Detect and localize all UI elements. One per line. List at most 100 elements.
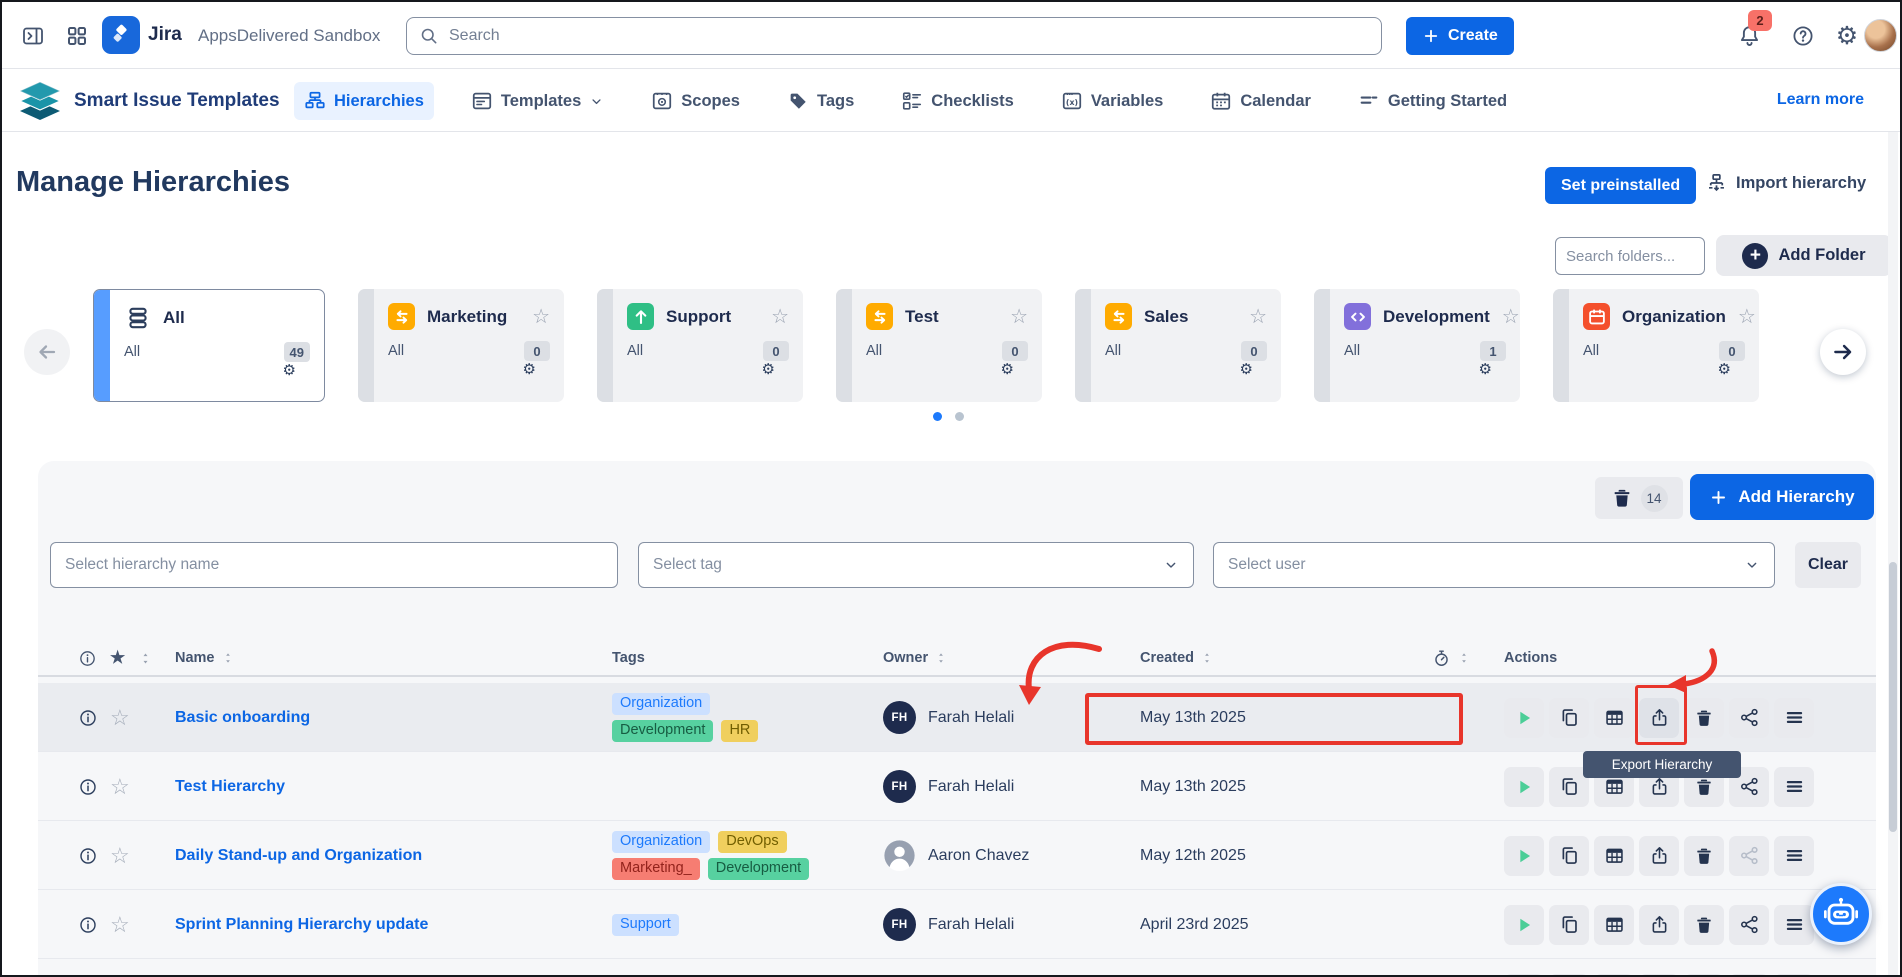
tab-tags[interactable]: Tags — [777, 82, 864, 120]
info-column-icon[interactable] — [78, 649, 97, 668]
tab-variables[interactable]: Variables — [1051, 82, 1173, 120]
table-row-basic-onboarding[interactable]: ☆ Basic onboarding Organization Developm… — [38, 683, 1876, 752]
hierarchy-name-link[interactable]: Test Hierarchy — [175, 752, 285, 821]
favorite-star-icon[interactable]: ☆ — [1502, 307, 1520, 327]
add-hierarchy-button[interactable]: Add Hierarchy — [1690, 474, 1874, 520]
folder-settings-gear-icon[interactable]: ⚙ — [1105, 362, 1267, 377]
share-hierarchy-button[interactable] — [1729, 698, 1769, 738]
share-hierarchy-button[interactable] — [1729, 974, 1769, 977]
table-view-button[interactable] — [1594, 974, 1634, 977]
run-hierarchy-button[interactable] — [1504, 974, 1544, 977]
favorite-star-icon[interactable]: ☆ — [1010, 307, 1028, 327]
folder-settings-gear-icon[interactable]: ⚙ — [1344, 362, 1506, 377]
carousel-next-button[interactable] — [1820, 329, 1866, 375]
copy-hierarchy-button[interactable] — [1549, 836, 1589, 876]
row-info-icon[interactable] — [78, 683, 98, 752]
sort-icon[interactable] — [138, 651, 153, 666]
learn-more-link[interactable]: Learn more — [1777, 91, 1864, 109]
delete-hierarchy-button[interactable] — [1684, 905, 1724, 945]
favorite-star-icon[interactable]: ☆ — [110, 821, 130, 890]
app-switcher-icon[interactable] — [58, 17, 96, 55]
table-view-button[interactable] — [1594, 905, 1634, 945]
column-header-tags[interactable]: Tags — [612, 639, 645, 677]
row-info-icon[interactable] — [78, 821, 98, 890]
create-button[interactable]: Create — [1406, 17, 1514, 55]
tab-templates[interactable]: Templates — [461, 82, 614, 120]
table-row-sprint-planning[interactable]: ☆ Sprint Planning Hierarchy update Suppo… — [38, 890, 1876, 959]
search-input[interactable] — [449, 27, 1369, 45]
copy-hierarchy-button[interactable] — [1549, 698, 1589, 738]
tab-hierarchies[interactable]: Hierarchies — [294, 82, 434, 120]
expand-sidebar-icon[interactable] — [14, 17, 52, 55]
copy-hierarchy-button[interactable] — [1549, 974, 1589, 977]
folder-settings-gear-icon[interactable]: ⚙ — [627, 362, 789, 377]
export-hierarchy-button[interactable] — [1639, 698, 1679, 738]
column-header-name[interactable]: Name — [175, 639, 235, 677]
share-hierarchy-button[interactable] — [1729, 905, 1769, 945]
help-icon[interactable] — [1784, 17, 1822, 55]
clear-filters-button[interactable]: Clear — [1795, 542, 1861, 588]
favorite-column-icon[interactable]: ★ — [110, 639, 125, 677]
user-avatar[interactable] — [1864, 19, 1897, 52]
share-hierarchy-button[interactable] — [1729, 836, 1769, 876]
column-header-created[interactable]: Created — [1140, 639, 1214, 677]
tab-calendar[interactable]: Calendar — [1200, 82, 1321, 120]
favorite-star-icon[interactable]: ☆ — [110, 683, 130, 752]
row-info-icon[interactable] — [78, 890, 98, 959]
run-hierarchy-button[interactable] — [1504, 836, 1544, 876]
tab-getting-started[interactable]: Getting Started — [1348, 82, 1517, 120]
run-hierarchy-button[interactable] — [1504, 905, 1544, 945]
global-search[interactable] — [406, 17, 1382, 55]
run-hierarchy-button[interactable] — [1504, 767, 1544, 807]
export-hierarchy-button[interactable] — [1639, 905, 1679, 945]
tab-scopes[interactable]: Scopes — [641, 82, 750, 120]
favorite-star-icon[interactable]: ☆ — [1738, 307, 1756, 327]
hierarchy-name-link[interactable]: Sprint Planning Hierarchy update — [175, 890, 428, 959]
more-actions-button[interactable] — [1774, 767, 1814, 807]
user-filter-select[interactable]: Select user — [1213, 542, 1775, 588]
folder-card-marketing[interactable]: Marketing ☆ All0 ⚙ — [358, 289, 564, 402]
more-actions-button[interactable] — [1774, 974, 1814, 977]
favorite-star-icon[interactable]: ☆ — [771, 307, 789, 327]
folder-settings-gear-icon[interactable]: ⚙ — [388, 362, 550, 377]
folder-settings-gear-icon[interactable]: ⚙ — [866, 362, 1028, 377]
favorite-star-icon[interactable]: ☆ — [110, 752, 130, 821]
row-info-icon[interactable] — [78, 752, 98, 821]
carousel-prev-button[interactable] — [24, 329, 70, 375]
settings-gear-icon[interactable]: ⚙ — [1828, 17, 1866, 55]
export-hierarchy-button[interactable] — [1639, 974, 1679, 977]
folder-card-support[interactable]: Support ☆ All0 ⚙ — [597, 289, 803, 402]
column-header-scheduled[interactable] — [1432, 639, 1471, 677]
jira-logo[interactable] — [102, 16, 140, 54]
run-hierarchy-button[interactable] — [1504, 698, 1544, 738]
folder-card-test[interactable]: Test ☆ All0 ⚙ — [836, 289, 1042, 402]
favorite-star-icon[interactable]: ☆ — [532, 307, 550, 327]
folder-card-development[interactable]: Development ☆ All1 ⚙ — [1314, 289, 1520, 402]
hierarchy-name-link[interactable]: Basic onboarding — [175, 683, 310, 752]
folder-card-sales[interactable]: Sales ☆ All0 ⚙ — [1075, 289, 1281, 402]
folder-card-all[interactable]: All All49 ⚙ — [93, 289, 325, 402]
folder-card-organization[interactable]: Organization ☆ All0 ⚙ — [1553, 289, 1759, 402]
table-view-button[interactable] — [1594, 698, 1634, 738]
add-folder-button[interactable]: + Add Folder — [1716, 235, 1892, 276]
carousel-dot-1[interactable] — [933, 412, 942, 421]
tab-checklists[interactable]: Checklists — [891, 82, 1024, 120]
folder-settings-gear-icon[interactable]: ⚙ — [1583, 362, 1745, 377]
favorite-star-icon[interactable]: ☆ — [110, 959, 130, 977]
delete-hierarchy-button[interactable] — [1684, 974, 1724, 977]
set-preinstalled-button[interactable]: Set preinstalled — [1545, 167, 1696, 204]
scrollbar-thumb[interactable] — [1889, 562, 1897, 832]
more-actions-button[interactable] — [1774, 905, 1814, 945]
more-actions-button[interactable] — [1774, 698, 1814, 738]
more-actions-button[interactable] — [1774, 836, 1814, 876]
tag-filter-select[interactable]: Select tag — [638, 542, 1194, 588]
favorite-star-icon[interactable]: ☆ — [1249, 307, 1267, 327]
assistant-robot-button[interactable] — [1810, 883, 1872, 945]
delete-hierarchy-button[interactable] — [1684, 836, 1724, 876]
delete-hierarchy-button[interactable] — [1684, 698, 1724, 738]
column-header-owner[interactable]: Owner — [883, 639, 948, 677]
row-info-icon[interactable] — [78, 959, 98, 977]
table-row-daily-standup[interactable]: ☆ Daily Stand-up and Organization Organi… — [38, 821, 1876, 890]
favorite-star-icon[interactable]: ☆ — [110, 890, 130, 959]
carousel-dot-2[interactable] — [955, 412, 964, 421]
